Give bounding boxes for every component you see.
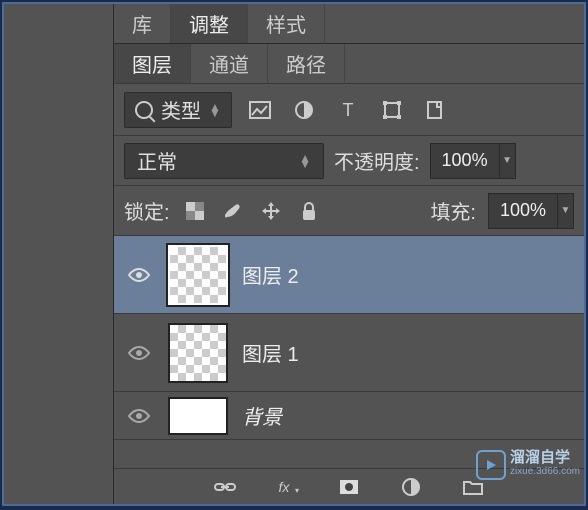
layer-row[interactable]: 图层 2 [114,236,584,314]
svg-text:fx: fx [279,479,291,495]
layer-row[interactable]: 背景 [114,392,584,440]
tab-channels[interactable]: 通道 [191,44,268,83]
top-tab-row: 库 调整 样式 [114,4,584,44]
tab-styles[interactable]: 样式 [248,4,325,43]
layer-thumbnail[interactable] [168,397,228,435]
lock-all-icon[interactable] [296,198,322,224]
layer-name[interactable]: 图层 1 [242,338,299,367]
filter-type-label: 类型 [161,95,201,124]
visibility-toggle[interactable] [124,260,154,290]
opacity-dropdown-arrow[interactable]: ▼ [500,143,516,179]
filter-type-icon[interactable]: T [332,94,364,126]
filter-pixel-icon[interactable] [244,94,276,126]
blend-mode-value: 正常 [137,146,177,175]
adjustment-layer-icon[interactable] [395,471,427,503]
layers-panel: 库 调整 样式 图层 通道 路径 类型 ▲▼ T [114,4,584,504]
filter-shape-icon[interactable] [376,94,408,126]
tab-paths[interactable]: 路径 [268,44,345,83]
visibility-toggle[interactable] [124,401,154,431]
layers-list: 图层 2 图层 1 背景 [114,236,584,468]
filter-adjustment-icon[interactable] [288,94,320,126]
tab-adjust[interactable]: 调整 [171,4,248,43]
layer-thumbnail[interactable] [168,245,228,305]
layer-row[interactable]: 图层 1 [114,314,584,392]
fx-icon[interactable]: fx ▾ [271,471,303,503]
panel-tab-row: 图层 通道 路径 [114,44,584,84]
mask-icon[interactable] [333,471,365,503]
layer-name[interactable]: 图层 2 [242,260,299,289]
search-icon [135,101,153,119]
lock-paint-icon[interactable] [220,198,246,224]
lock-transparency-icon[interactable] [182,198,208,224]
left-spacer [4,4,114,504]
svg-text:T: T [342,100,353,120]
opacity-value[interactable]: 100% [430,143,500,179]
bottom-toolbar: fx ▾ [114,468,584,504]
lock-position-icon[interactable] [258,198,284,224]
blend-mode-dropdown[interactable]: 正常 ▲▼ [124,143,324,179]
fill-label: 填充: [430,196,476,225]
filter-row: 类型 ▲▼ T [114,84,584,136]
lock-row: 锁定: 填充: 100% ▼ [114,186,584,236]
fill-value[interactable]: 100% [488,193,558,229]
dropdown-arrows-icon: ▲▼ [209,104,221,116]
dropdown-arrows-icon: ▲▼ [299,155,311,167]
link-layers-icon[interactable] [209,471,241,503]
tab-layers[interactable]: 图层 [114,44,191,83]
filter-smartobject-icon[interactable] [420,94,452,126]
visibility-toggle[interactable] [124,338,154,368]
layer-name[interactable]: 背景 [242,401,282,430]
opacity-label: 不透明度: [334,146,420,175]
filter-type-dropdown[interactable]: 类型 ▲▼ [124,92,232,128]
lock-label: 锁定: [124,196,170,225]
tab-library[interactable]: 库 [114,4,171,43]
svg-text:▾: ▾ [295,486,299,495]
blend-row: 正常 ▲▼ 不透明度: 100% ▼ [114,136,584,186]
lock-icons [182,198,322,224]
layer-thumbnail[interactable] [168,323,228,383]
fill-dropdown-arrow[interactable]: ▼ [558,193,574,229]
group-icon[interactable] [457,471,489,503]
